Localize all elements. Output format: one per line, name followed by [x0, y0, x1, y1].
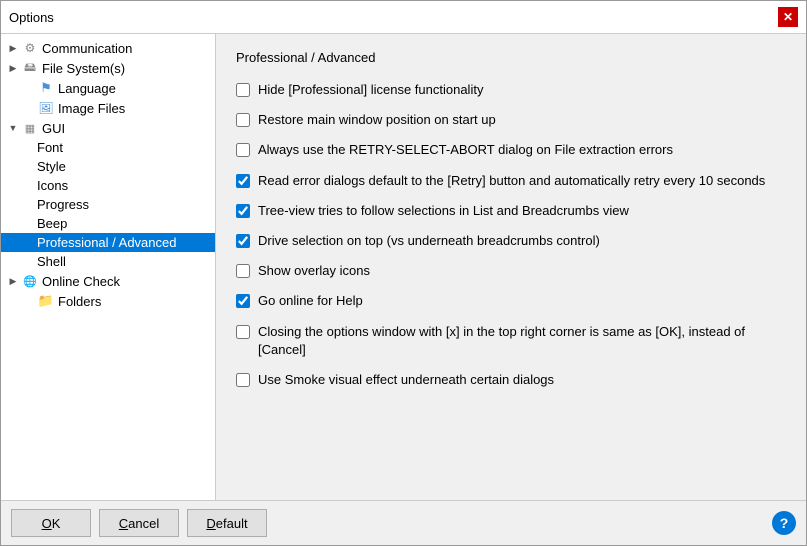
- sidebar-label-image-files: Image Files: [58, 101, 125, 116]
- toggle-gui: ▼: [5, 120, 21, 136]
- option-smoke-visual: Use Smoke visual effect underneath certa…: [236, 371, 786, 389]
- checkbox-tree-view-follow[interactable]: [236, 204, 250, 218]
- close-button[interactable]: ✕: [778, 7, 798, 27]
- flag-icon: ⚑: [37, 80, 55, 96]
- label-closing-options[interactable]: Closing the options window with [x] in t…: [258, 323, 786, 359]
- label-restore-position[interactable]: Restore main window position on start up: [258, 111, 496, 129]
- window-title: Options: [9, 10, 54, 25]
- toggle-online-check: ▶: [5, 273, 21, 289]
- sidebar-item-font[interactable]: Font: [1, 138, 215, 157]
- option-drive-selection: Drive selection on top (vs underneath br…: [236, 232, 786, 250]
- sidebar-label-communication: Communication: [42, 41, 132, 56]
- toggle-image-files: [21, 100, 37, 116]
- sidebar-item-online-check[interactable]: ▶ 🌐 Online Check: [1, 271, 215, 291]
- sidebar-label-font: Font: [37, 140, 63, 155]
- sidebar-label-online-check: Online Check: [42, 274, 120, 289]
- option-closing-options: Closing the options window with [x] in t…: [236, 323, 786, 359]
- sidebar-item-progress[interactable]: Progress: [1, 195, 215, 214]
- default-label: Default: [206, 516, 247, 531]
- label-smoke-visual[interactable]: Use Smoke visual effect underneath certa…: [258, 371, 554, 389]
- label-drive-selection[interactable]: Drive selection on top (vs underneath br…: [258, 232, 600, 250]
- sidebar-label-gui: GUI: [42, 121, 65, 136]
- option-hide-professional: Hide [Professional] license functionalit…: [236, 81, 786, 99]
- toggle-filesystem: ▶: [5, 60, 21, 76]
- sidebar-item-image-files[interactable]: 🖼 Image Files: [1, 98, 215, 118]
- cancel-button[interactable]: Cancel: [99, 509, 179, 537]
- checkbox-read-error-dialogs[interactable]: [236, 174, 250, 188]
- sidebar-item-shell[interactable]: Shell: [1, 252, 215, 271]
- sidebar-item-communication[interactable]: ▶ ⚙ Communication: [1, 38, 215, 58]
- sidebar: ▶ ⚙ Communication ▶ 🖴 File System(s) ⚑ L…: [1, 34, 216, 500]
- option-tree-view-follow: Tree-view tries to follow selections in …: [236, 202, 786, 220]
- checkbox-hide-professional[interactable]: [236, 83, 250, 97]
- sidebar-item-icons[interactable]: Icons: [1, 176, 215, 195]
- panel-title: Professional / Advanced: [236, 50, 786, 65]
- option-restore-position: Restore main window position on start up: [236, 111, 786, 129]
- sidebar-item-beep[interactable]: Beep: [1, 214, 215, 233]
- bottom-bar: OK Cancel Default ?: [1, 500, 806, 545]
- gui-icon: ▦: [21, 120, 39, 136]
- title-bar: Options ✕: [1, 1, 806, 34]
- label-tree-view-follow[interactable]: Tree-view tries to follow selections in …: [258, 202, 629, 220]
- sidebar-label-language: Language: [58, 81, 116, 96]
- label-show-overlay[interactable]: Show overlay icons: [258, 262, 370, 280]
- label-hide-professional[interactable]: Hide [Professional] license functionalit…: [258, 81, 483, 99]
- gear-icon: ⚙: [21, 40, 39, 56]
- sidebar-item-professional-advanced[interactable]: Professional / Advanced: [1, 233, 215, 252]
- option-retry-select-abort: Always use the RETRY-SELECT-ABORT dialog…: [236, 141, 786, 159]
- checkbox-show-overlay[interactable]: [236, 264, 250, 278]
- label-retry-select-abort[interactable]: Always use the RETRY-SELECT-ABORT dialog…: [258, 141, 673, 159]
- image-icon: 🖼: [37, 100, 55, 116]
- sidebar-item-gui[interactable]: ▼ ▦ GUI: [1, 118, 215, 138]
- hdd-icon: 🖴: [21, 60, 39, 76]
- globe-icon: 🌐: [21, 273, 39, 289]
- sidebar-item-language[interactable]: ⚑ Language: [1, 78, 215, 98]
- right-panel: Professional / Advanced Hide [Profession…: [216, 34, 806, 500]
- checkbox-drive-selection[interactable]: [236, 234, 250, 248]
- checkbox-smoke-visual[interactable]: [236, 373, 250, 387]
- sidebar-item-style[interactable]: Style: [1, 157, 215, 176]
- sidebar-label-professional-advanced: Professional / Advanced: [37, 235, 176, 250]
- help-button[interactable]: ?: [772, 511, 796, 535]
- sidebar-label-shell: Shell: [37, 254, 66, 269]
- ok-label: OK: [42, 516, 61, 531]
- main-content: ▶ ⚙ Communication ▶ 🖴 File System(s) ⚑ L…: [1, 34, 806, 500]
- sidebar-label-folders: Folders: [58, 294, 101, 309]
- options-window: Options ✕ ▶ ⚙ Communication ▶ 🖴 File Sys…: [0, 0, 807, 546]
- checkbox-closing-options[interactable]: [236, 325, 250, 339]
- toggle-communication: ▶: [5, 40, 21, 56]
- label-go-online-help[interactable]: Go online for Help: [258, 292, 363, 310]
- toggle-folders: [21, 293, 37, 309]
- folder-icon: 📁: [37, 293, 55, 309]
- sidebar-item-filesystem[interactable]: ▶ 🖴 File System(s): [1, 58, 215, 78]
- cancel-label: Cancel: [119, 516, 159, 531]
- option-show-overlay: Show overlay icons: [236, 262, 786, 280]
- checkbox-retry-select-abort[interactable]: [236, 143, 250, 157]
- sidebar-label-style: Style: [37, 159, 66, 174]
- checkbox-go-online-help[interactable]: [236, 294, 250, 308]
- label-read-error-dialogs[interactable]: Read error dialogs default to the [Retry…: [258, 172, 765, 190]
- sidebar-label-progress: Progress: [37, 197, 89, 212]
- ok-button[interactable]: OK: [11, 509, 91, 537]
- toggle-language: [21, 80, 37, 96]
- sidebar-label-filesystem: File System(s): [42, 61, 125, 76]
- option-go-online-help: Go online for Help: [236, 292, 786, 310]
- sidebar-item-folders[interactable]: 📁 Folders: [1, 291, 215, 311]
- checkbox-restore-position[interactable]: [236, 113, 250, 127]
- default-button[interactable]: Default: [187, 509, 267, 537]
- sidebar-label-icons: Icons: [37, 178, 68, 193]
- sidebar-label-beep: Beep: [37, 216, 67, 231]
- option-read-error-dialogs: Read error dialogs default to the [Retry…: [236, 172, 786, 190]
